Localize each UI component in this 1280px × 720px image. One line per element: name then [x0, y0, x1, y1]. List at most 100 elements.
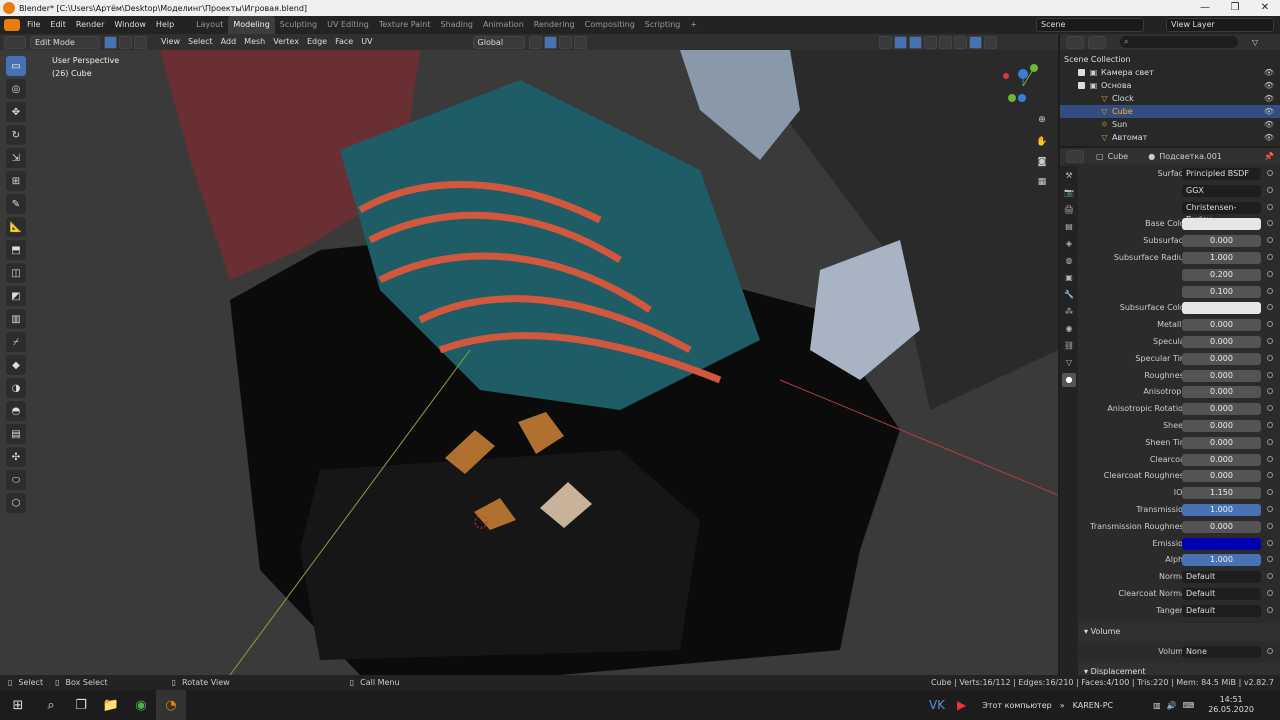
proportional-edit-icon[interactable] [573, 35, 587, 49]
output-tab-icon[interactable]: 🖨 [1062, 203, 1076, 217]
zoom-icon[interactable]: ⊕ [1034, 112, 1050, 128]
socket-dot-icon[interactable] [1267, 287, 1273, 294]
language-icon[interactable]: ⌨ [1183, 701, 1195, 710]
overlay-icon[interactable] [908, 35, 922, 49]
property-field[interactable]: 1.150 [1182, 487, 1261, 500]
spin-icon[interactable]: ◑ [6, 378, 26, 398]
socket-dot-icon[interactable] [1267, 589, 1273, 596]
edge-select-icon[interactable] [119, 35, 132, 49]
eye-icon[interactable]: 👁 [1264, 105, 1274, 118]
face-select-icon[interactable] [134, 35, 147, 49]
camera-view-icon[interactable]: ◙ [1034, 154, 1050, 170]
knife-icon[interactable]: ⌿ [6, 332, 26, 352]
outliner-item-osnova[interactable]: ▣ Основа 👁 [1060, 79, 1280, 92]
mode-selector[interactable]: Edit Mode [30, 35, 100, 49]
socket-dot-icon[interactable] [1267, 505, 1273, 512]
menu-uv[interactable]: UV [357, 34, 376, 50]
select-box-icon[interactable]: ▭ [6, 56, 26, 76]
socket-dot-icon[interactable] [1267, 405, 1273, 412]
property-field[interactable]: 0.000 [1182, 436, 1261, 449]
tab-scripting[interactable]: Scripting [640, 16, 686, 34]
editor-type-button[interactable] [4, 35, 26, 49]
pin-icon[interactable]: 📌 [1264, 152, 1274, 161]
xray-icon[interactable] [923, 35, 937, 49]
property-field[interactable]: 0.000 [1182, 369, 1261, 382]
menu-add[interactable]: Add [217, 34, 241, 50]
clock[interactable]: 14:51 26.05.2020 [1208, 695, 1254, 715]
gizmo-icon[interactable] [893, 35, 907, 49]
property-field[interactable]: 0.000 [1182, 470, 1261, 483]
vk-icon[interactable]: VK [929, 698, 945, 712]
eye-icon[interactable]: 👁 [1264, 131, 1274, 144]
menu-edit[interactable]: Edit [45, 16, 71, 34]
shrink-icon[interactable]: ✣ [6, 447, 26, 467]
rotate-icon[interactable]: ↻ [6, 125, 26, 145]
outliner-scene-collection[interactable]: Scene Collection [1060, 53, 1280, 66]
socket-dot-icon[interactable] [1267, 253, 1273, 260]
scene-selector[interactable]: Scene [1036, 18, 1144, 32]
network-icon[interactable]: ▥ [1153, 701, 1161, 710]
tab-sculpting[interactable]: Sculpting [275, 16, 322, 34]
volume-field[interactable]: None [1182, 645, 1261, 658]
property-field[interactable]: 0.000 [1182, 335, 1261, 348]
view-layer-selector[interactable]: View Layer [1166, 18, 1274, 32]
loop-cut-icon[interactable]: ▥ [6, 309, 26, 329]
modifier-tab-icon[interactable]: 🔧 [1062, 288, 1076, 302]
socket-dot-icon[interactable] [1267, 354, 1273, 361]
wireframe-shading-icon[interactable] [938, 35, 952, 49]
property-field[interactable]: 0.000 [1182, 319, 1261, 332]
material-tab-icon[interactable]: ● [1062, 373, 1076, 387]
menu-window[interactable]: Window [109, 16, 151, 34]
eye-icon[interactable]: 👁 [1264, 66, 1274, 79]
youtube-icon[interactable]: ▶ [957, 698, 966, 712]
volume-section-header[interactable]: ▾ Volume [1078, 622, 1280, 641]
property-field[interactable]: 0.200 [1182, 268, 1261, 281]
socket-dot-icon[interactable] [1267, 539, 1273, 546]
property-field[interactable]: GGX [1182, 184, 1261, 197]
socket-dot-icon[interactable] [1267, 237, 1273, 244]
socket-dot-icon[interactable] [1267, 421, 1273, 428]
chrome-icon[interactable]: ◉ [126, 690, 156, 720]
file-explorer-icon[interactable]: 📁 [96, 690, 126, 720]
this-pc-label[interactable]: Этот компьютер [982, 701, 1051, 710]
close-button[interactable]: ✕ [1250, 0, 1280, 16]
task-view-icon[interactable]: ❐ [66, 690, 96, 720]
menu-help[interactable]: Help [151, 16, 179, 34]
menu-view[interactable]: View [157, 34, 184, 50]
view-layer-tab-icon[interactable]: ▤ [1062, 220, 1076, 234]
outliner-item-clock[interactable]: ▽ Clock 👁 [1060, 92, 1280, 105]
outliner-item-avtomat[interactable]: ▽ Автомат 👁 [1060, 131, 1280, 144]
measure-icon[interactable]: 📐 [6, 217, 26, 237]
extrude-icon[interactable]: ⬒ [6, 240, 26, 260]
smooth-icon[interactable]: ◓ [6, 401, 26, 421]
property-field[interactable]: Default [1182, 604, 1261, 617]
annotate-icon[interactable]: ✎ [6, 194, 26, 214]
transform-orientation-selector[interactable]: Global [472, 35, 525, 49]
properties-editor-type-button[interactable] [1066, 149, 1084, 163]
rendered-shading-icon[interactable] [983, 35, 997, 49]
world-tab-icon[interactable]: ◍ [1062, 254, 1076, 268]
tray-chevron-icon[interactable]: » [1060, 701, 1065, 710]
socket-dot-icon[interactable] [1267, 186, 1273, 193]
blender-taskbar-icon[interactable]: ◔ [156, 690, 186, 720]
property-field[interactable] [1182, 537, 1261, 550]
view-object-types-icon[interactable] [878, 35, 892, 49]
outliner-search-input[interactable]: ⌕ [1120, 36, 1238, 48]
socket-dot-icon[interactable] [1267, 321, 1273, 328]
socket-dot-icon[interactable] [1267, 438, 1273, 445]
search-icon[interactable]: ⌕ [36, 690, 66, 720]
property-field[interactable]: Principled BSDF [1182, 168, 1261, 180]
menu-face[interactable]: Face [331, 34, 357, 50]
menu-mesh[interactable]: Mesh [240, 34, 269, 50]
filter-icon[interactable]: ▽ [1252, 38, 1258, 47]
property-field[interactable]: 1.000 [1182, 554, 1261, 567]
outliner-editor-type-button[interactable] [1066, 35, 1084, 49]
object-tab-icon[interactable]: ▣ [1062, 271, 1076, 285]
socket-dot-icon[interactable] [1267, 220, 1273, 227]
constraints-tab-icon[interactable]: ⛓ [1062, 339, 1076, 353]
particles-tab-icon[interactable]: ⁂ [1062, 305, 1076, 319]
property-field[interactable]: 1.000 [1182, 251, 1261, 264]
socket-dot-icon[interactable] [1267, 203, 1273, 210]
physics-tab-icon[interactable]: ◉ [1062, 322, 1076, 336]
navigation-gizmo[interactable] [996, 62, 1046, 112]
